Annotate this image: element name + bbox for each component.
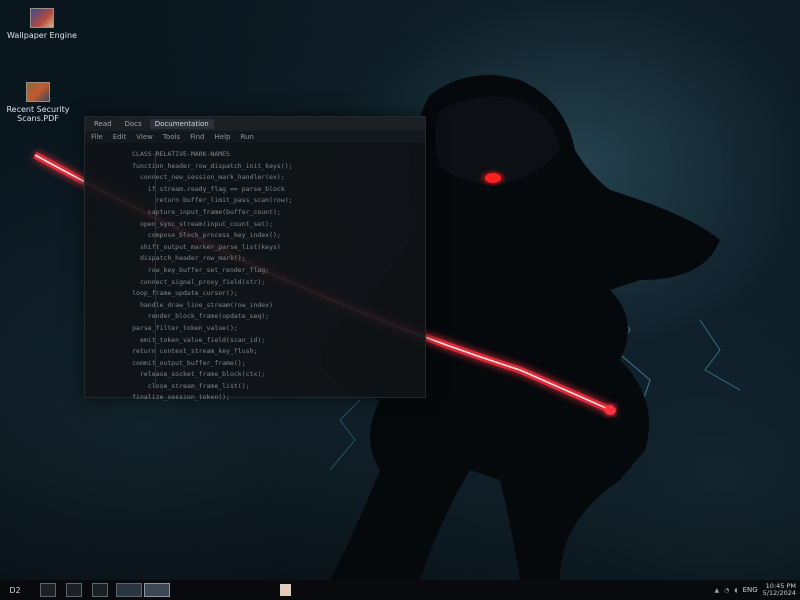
code-line: compose_block_process_key_index(); bbox=[93, 231, 281, 240]
menu-find[interactable]: Find bbox=[190, 133, 204, 141]
chevron-up-icon[interactable]: ▲ bbox=[715, 587, 720, 594]
app-icon bbox=[30, 8, 54, 28]
language-indicator[interactable]: ENG bbox=[743, 586, 758, 594]
eye-glow bbox=[479, 169, 507, 187]
browser-icon[interactable] bbox=[92, 583, 108, 597]
pdf-icon bbox=[26, 82, 50, 102]
code-editor-window[interactable]: Read Docs Documentation File Edit View T… bbox=[84, 116, 426, 401]
code-line: CLASS-RELATIVE-MARK-NAMES bbox=[93, 150, 230, 158]
code-line: emit_token_value_field(scan_id); bbox=[93, 335, 266, 344]
folder-icon[interactable] bbox=[66, 583, 82, 597]
pinned-app-icon[interactable] bbox=[280, 584, 291, 596]
clock[interactable]: 10:45 PM 5/12/2024 bbox=[763, 583, 796, 597]
code-line: if stream.ready_flag == parse_block bbox=[93, 184, 285, 193]
code-line: return context_stream_key_flush; bbox=[93, 347, 258, 356]
tab-docs[interactable]: Docs bbox=[120, 119, 147, 129]
search-icon[interactable] bbox=[40, 583, 56, 597]
clock-date: 5/12/2024 bbox=[762, 589, 796, 597]
code-line: shift_output_marker_parse_list(keys) bbox=[93, 242, 281, 251]
start-button[interactable]: D2 bbox=[0, 586, 30, 595]
taskbar: D2 ▲ ◔ ◖ ENG 10:45 PM 5/12/2024 bbox=[0, 580, 800, 600]
desktop-icon-wallpaper-engine[interactable]: Wallpaper Engine bbox=[6, 8, 78, 40]
code-lines: CLASS-RELATIVE-MARK-NAMES function_heade… bbox=[93, 149, 425, 404]
code-line: finalize_session_token(); bbox=[93, 393, 230, 402]
menu-tools[interactable]: Tools bbox=[163, 133, 180, 141]
code-line: close_stream_frame_list(); bbox=[93, 381, 250, 390]
volume-icon[interactable]: ◖ bbox=[734, 587, 737, 594]
desktop-icon-label: Recent Security Scans.PDF bbox=[6, 105, 70, 123]
menu-bar: File Edit View Tools Find Help Run bbox=[85, 131, 425, 143]
code-line: loop_frame_update_cursor(); bbox=[93, 289, 238, 298]
code-editor[interactable]: CLASS-RELATIVE-MARK-NAMES function_heade… bbox=[85, 145, 425, 401]
code-line: release_socket_frame_block(ctx); bbox=[93, 370, 266, 379]
editor-gutter bbox=[155, 151, 156, 387]
tab-read[interactable]: Read bbox=[89, 119, 117, 129]
window-titlebar[interactable]: Read Docs Documentation bbox=[85, 117, 425, 131]
menu-run[interactable]: Run bbox=[240, 133, 253, 141]
code-line: connect_new_session_mark_handler(ex); bbox=[93, 173, 285, 182]
saber-hilt-glow bbox=[605, 405, 615, 415]
desktop-icon-security-scans[interactable]: Recent Security Scans.PDF bbox=[2, 82, 74, 123]
code-line: function_header_row_dispatch_init_keys()… bbox=[93, 161, 293, 170]
code-line: connect_signal_proxy_field(str); bbox=[93, 277, 266, 286]
code-line: return buffer_limit_pass_scan(row); bbox=[93, 196, 293, 205]
menu-file[interactable]: File bbox=[91, 133, 103, 141]
tab-documentation[interactable]: Documentation bbox=[149, 119, 214, 129]
network-icon[interactable]: ◔ bbox=[724, 587, 729, 594]
code-line: render_block_frame(update_seq); bbox=[93, 312, 270, 321]
eye bbox=[485, 173, 501, 183]
system-tray: ▲ ◔ ◖ ENG 10:45 PM 5/12/2024 bbox=[715, 580, 796, 600]
code-line: row_key_buffer_set_render_flag; bbox=[93, 265, 270, 274]
code-line: capture_input_frame(buffer_count); bbox=[93, 207, 281, 216]
taskbar-active-window[interactable] bbox=[144, 583, 170, 597]
menu-edit[interactable]: Edit bbox=[113, 133, 127, 141]
code-line: dispatch_header_row_mark(); bbox=[93, 254, 246, 263]
code-line: parse_filter_token_value(); bbox=[93, 323, 238, 332]
desktop-icon-label: Wallpaper Engine bbox=[7, 31, 77, 40]
code-line: open_sync_stream(input_count_set); bbox=[93, 219, 274, 228]
desktop: Wallpaper Engine Recent Security Scans.P… bbox=[0, 0, 800, 600]
code-line: commit_output_buffer_frame(); bbox=[93, 358, 246, 367]
code-line: handle_draw_line_stream(row_index) bbox=[93, 300, 274, 309]
menu-view[interactable]: View bbox=[136, 133, 153, 141]
terminal-icon[interactable] bbox=[116, 583, 142, 597]
menu-help[interactable]: Help bbox=[215, 133, 231, 141]
